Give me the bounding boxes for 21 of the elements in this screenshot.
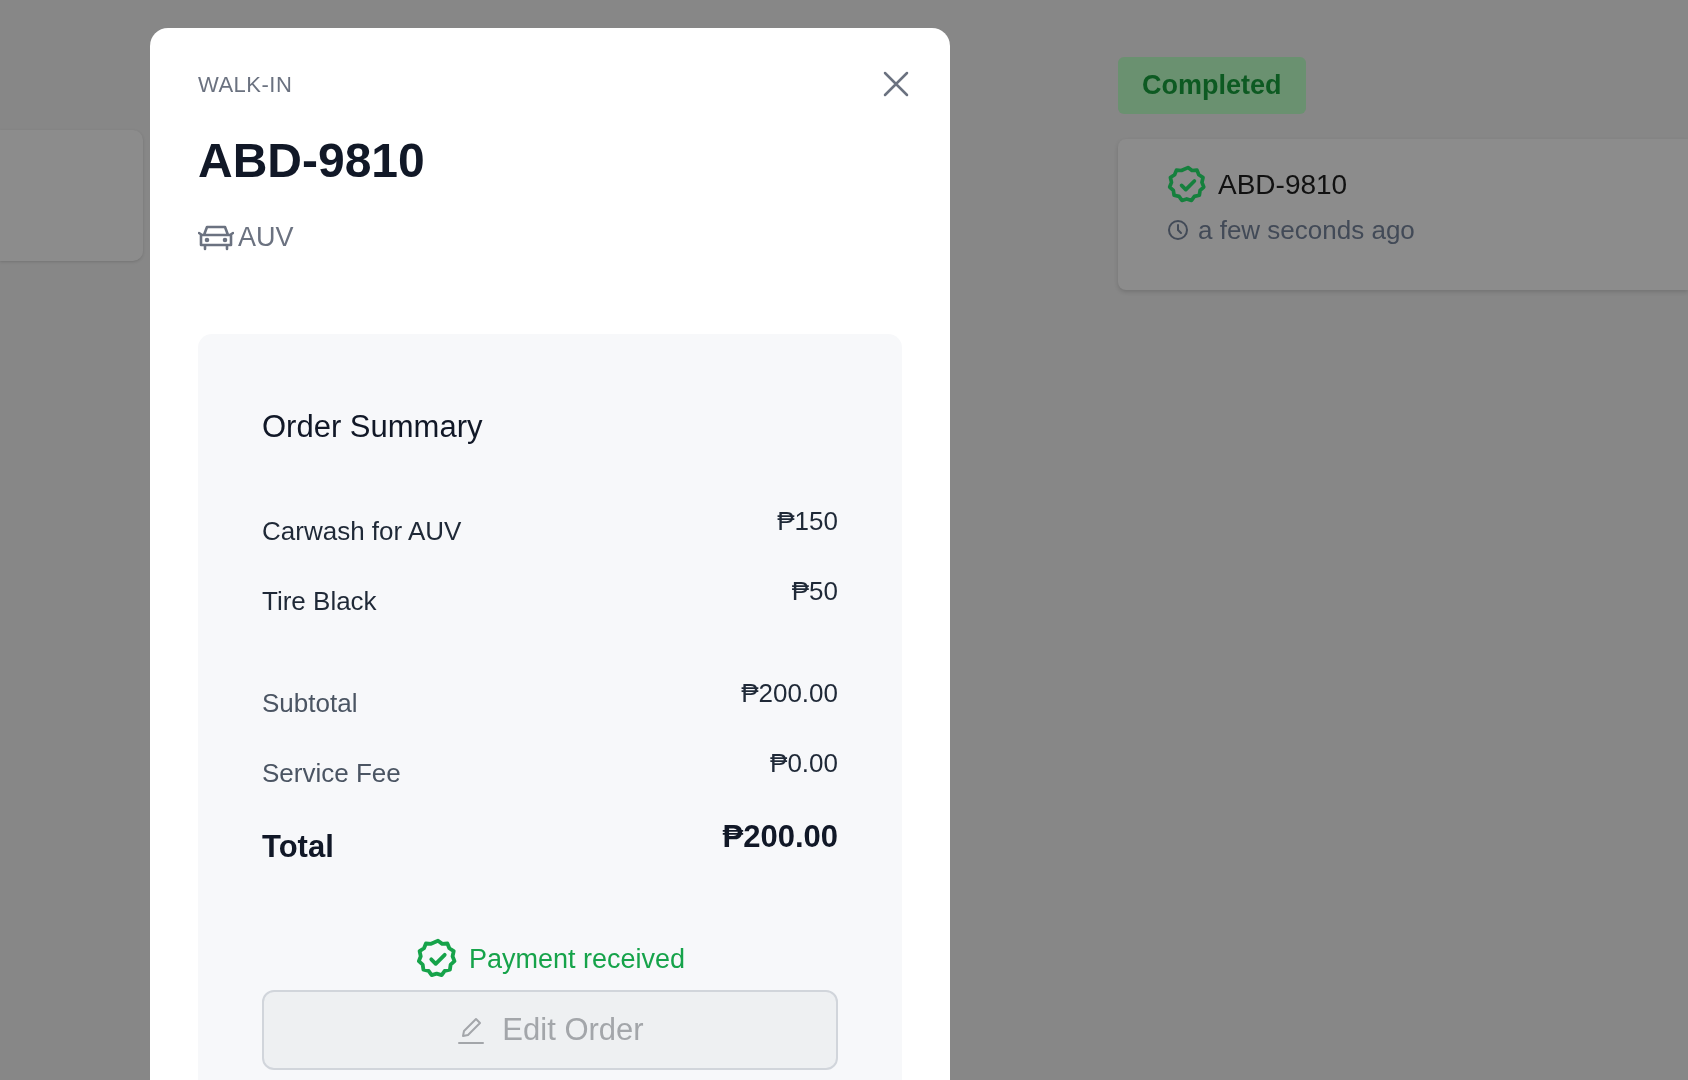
- payment-status: Payment received: [468, 942, 686, 976]
- clock-icon: [1166, 218, 1190, 242]
- summary-title: Order Summary: [262, 407, 484, 446]
- order-type: WALK-IN: [198, 71, 293, 99]
- order-card[interactable]: ABD-9810 a few seconds ago: [1118, 138, 1688, 290]
- total-label: Total: [262, 828, 334, 866]
- vehicle-type: AUV: [238, 221, 294, 254]
- pencil-icon: [456, 1015, 487, 1045]
- timestamp: a few seconds ago: [1198, 213, 1415, 247]
- item-price: ₱50: [791, 575, 838, 608]
- item-name: Carwash for AUV: [262, 515, 462, 548]
- subtotal-label: Subtotal: [262, 687, 358, 720]
- status-label: Completed: [1118, 57, 1306, 114]
- plate-number: ABD-9810: [1218, 167, 1348, 202]
- item-name: Tire Black: [262, 585, 377, 618]
- total-value: ₱200.00: [722, 818, 838, 856]
- fee-label: Service Fee: [262, 757, 401, 790]
- plate-number: ABD-9810: [198, 133, 426, 189]
- item-price: ₱150: [777, 505, 838, 538]
- fee-value: ₱0.00: [770, 747, 838, 780]
- subtotal-value: ₱200.00: [741, 677, 838, 710]
